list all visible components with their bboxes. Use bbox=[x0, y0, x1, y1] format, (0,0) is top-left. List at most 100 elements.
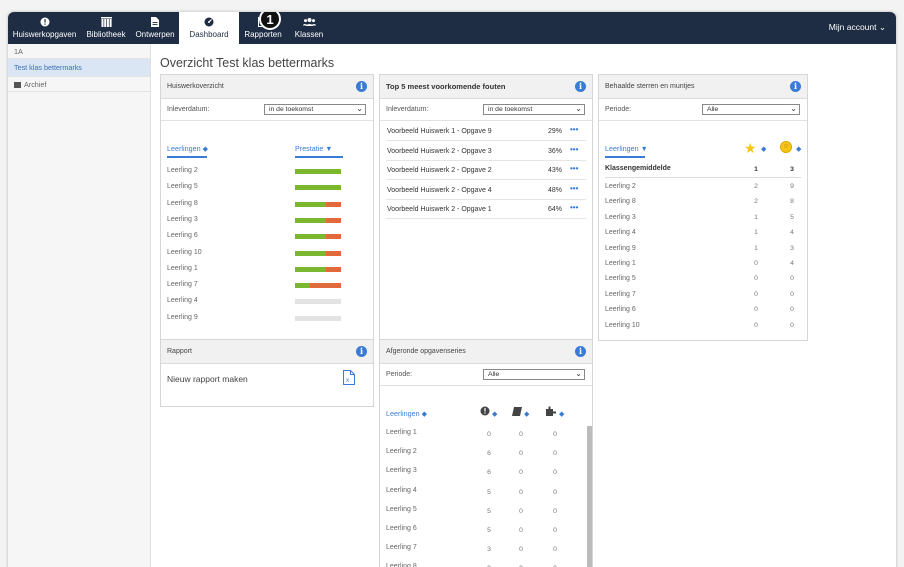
period-filter-select[interactable]: Alle ⌄ bbox=[702, 104, 800, 115]
col-header-students[interactable]: Leerlingen ▼ bbox=[605, 144, 648, 153]
count-puzzle: 0 bbox=[553, 546, 557, 554]
sort-icon[interactable]: ◆ bbox=[524, 409, 530, 418]
error-row[interactable]: Voorbeeld Huiswerk 2 - Opgave 1 64% ••• bbox=[386, 200, 586, 219]
error-label: Voorbeeld Huiswerk 2 - Opgave 4 bbox=[387, 186, 492, 194]
book-icon[interactable] bbox=[512, 407, 522, 418]
card-huiswerkoverzicht: Huiswerkoverzicht i Inleverdatum: in de to… bbox=[160, 74, 374, 341]
error-label: Voorbeeld Huiswerk 2 - Opgave 1 bbox=[387, 206, 492, 213]
col-header-students[interactable]: Leerlingen ◆ bbox=[386, 409, 427, 418]
account-menu[interactable]: Mijn account ⌄ bbox=[829, 22, 886, 33]
excel-file-icon[interactable]: x bbox=[343, 370, 355, 387]
count-attention: 6 bbox=[487, 450, 491, 458]
scrollbar[interactable] bbox=[587, 426, 592, 567]
card-header: Behaalde sterren en muntjes i bbox=[599, 75, 807, 99]
performance-bar-empty bbox=[295, 299, 341, 305]
date-filter-select[interactable]: in de toekomst ⌄ bbox=[483, 104, 585, 115]
count-puzzle: 0 bbox=[553, 527, 557, 534]
more-options-icon[interactable]: ••• bbox=[570, 125, 578, 134]
archive-icon bbox=[14, 82, 21, 88]
card-rapport: Rapport i Nieuw rapport maken x bbox=[160, 339, 374, 407]
puzzle-icon[interactable] bbox=[546, 406, 557, 418]
error-row[interactable]: Voorbeeld Huiswerk 1 - Opgave 9 29% ••• bbox=[386, 122, 586, 141]
student-name: Leerling 9 bbox=[167, 313, 198, 321]
performance-bar-correct bbox=[295, 169, 341, 174]
col-header-students[interactable]: Leerlingen ◆ bbox=[167, 144, 208, 153]
period-filter-select[interactable]: Alle ⌄ bbox=[483, 369, 585, 380]
performance-bar-wrong bbox=[325, 266, 341, 272]
student-name: Leerling 6 bbox=[167, 232, 198, 240]
coins-count: 9 bbox=[790, 183, 794, 190]
new-report-link[interactable]: Nieuw rapport maken bbox=[167, 374, 248, 384]
date-filter-select[interactable]: in de toekomst ⌄ bbox=[264, 104, 366, 115]
tab-label: Klassen bbox=[294, 30, 324, 39]
student-name: Leerling 2 bbox=[605, 183, 636, 190]
student-name: Leerling 4 bbox=[167, 297, 198, 305]
tab-dashboard[interactable]: Dashboard bbox=[179, 12, 239, 44]
chevron-down-icon: ⌄ bbox=[356, 104, 363, 113]
sort-icon[interactable]: ◆ bbox=[761, 144, 767, 153]
col-header-performance[interactable]: Prestatie ▼ bbox=[295, 144, 333, 153]
tab-label: Rapporten bbox=[244, 30, 282, 39]
users-icon bbox=[302, 17, 316, 30]
chevron-down-icon: ⌄ bbox=[878, 22, 886, 32]
count-book: 0 bbox=[519, 507, 523, 515]
sidebar-item-archive[interactable]: Archief bbox=[8, 77, 150, 92]
error-percentage: 48% bbox=[548, 186, 563, 194]
info-icon[interactable]: i bbox=[356, 346, 367, 357]
coins-count: 0 bbox=[790, 290, 794, 298]
student-name: Leerling 8 bbox=[386, 563, 417, 567]
more-options-icon[interactable]: ••• bbox=[570, 164, 578, 173]
sort-icon[interactable]: ◆ bbox=[559, 409, 565, 418]
info-icon[interactable]: i bbox=[575, 346, 586, 357]
student-name: Leerling 5 bbox=[605, 275, 636, 283]
star-icon[interactable]: ★ bbox=[744, 140, 757, 157]
col-label: Leerlingen bbox=[167, 144, 201, 153]
student-name: Leerling 5 bbox=[167, 183, 198, 191]
card-header: Top 5 meest voorkomende fouten i bbox=[380, 75, 592, 99]
sort-icon[interactable]: ◆ bbox=[492, 409, 498, 418]
error-row[interactable]: Voorbeeld Huiswerk 2 - Opgave 2 43% ••• bbox=[386, 161, 586, 180]
error-row[interactable]: Voorbeeld Huiswerk 2 - Opgave 4 48% ••• bbox=[386, 181, 586, 200]
card-title: Top 5 meest voorkomende fouten bbox=[386, 82, 506, 91]
alert-circle-icon[interactable] bbox=[480, 406, 490, 418]
performance-bar-correct bbox=[295, 201, 326, 207]
info-icon[interactable]: i bbox=[575, 81, 586, 92]
student-name: Leerling 7 bbox=[167, 281, 198, 289]
tab-huiswerkopgaven[interactable]: Huiswerkopgaven bbox=[8, 12, 81, 44]
count-puzzle: 0 bbox=[553, 488, 557, 496]
sort-icon: ◆ bbox=[421, 409, 428, 418]
coins-count: 5 bbox=[790, 213, 794, 221]
stars-count: 0 bbox=[754, 260, 758, 267]
performance-bar-wrong bbox=[310, 283, 341, 289]
tab-ontwerpen[interactable]: Ontwerpen bbox=[131, 12, 179, 44]
coin-icon[interactable]: ☺ bbox=[780, 141, 792, 153]
filter-label: Periode: bbox=[386, 371, 413, 378]
sort-icon[interactable]: ◆ bbox=[796, 144, 802, 153]
chevron-down-icon: ⌄ bbox=[575, 369, 582, 378]
student-name: Leerling 7 bbox=[386, 544, 417, 552]
count-book: 0 bbox=[519, 469, 523, 477]
more-options-icon[interactable]: ••• bbox=[570, 145, 578, 154]
more-options-icon[interactable]: ••• bbox=[570, 203, 578, 212]
class-average-label: Klassengemiddelde bbox=[605, 165, 671, 172]
performance-bar-wrong bbox=[325, 234, 341, 240]
performance-bar-correct bbox=[295, 283, 311, 289]
tab-klassen[interactable]: Klassen bbox=[287, 12, 331, 44]
stars-count: 1 bbox=[754, 229, 758, 237]
count-puzzle: 0 bbox=[553, 507, 557, 515]
count-book: 0 bbox=[519, 488, 523, 496]
info-icon[interactable]: i bbox=[790, 81, 801, 92]
count-puzzle: 0 bbox=[553, 431, 557, 438]
error-row[interactable]: Voorbeeld Huiswerk 2 - Opgave 3 36% ••• bbox=[386, 142, 586, 161]
header-divider bbox=[386, 421, 426, 423]
info-icon[interactable]: i bbox=[356, 81, 367, 92]
student-name: Leerling 10 bbox=[605, 321, 640, 329]
count-puzzle: 0 bbox=[553, 450, 557, 458]
more-options-icon[interactable]: ••• bbox=[570, 184, 578, 193]
card-header: Rapport i bbox=[161, 340, 373, 364]
tab-bibliotheek[interactable]: Bibliotheek bbox=[81, 12, 131, 44]
count-attention: 5 bbox=[487, 527, 491, 534]
filter-row: Inleverdatum: in de toekomst ⌄ bbox=[380, 99, 592, 121]
error-percentage: 36% bbox=[548, 147, 563, 155]
sidebar-item-class[interactable]: Test klas bettermarks bbox=[8, 59, 150, 77]
